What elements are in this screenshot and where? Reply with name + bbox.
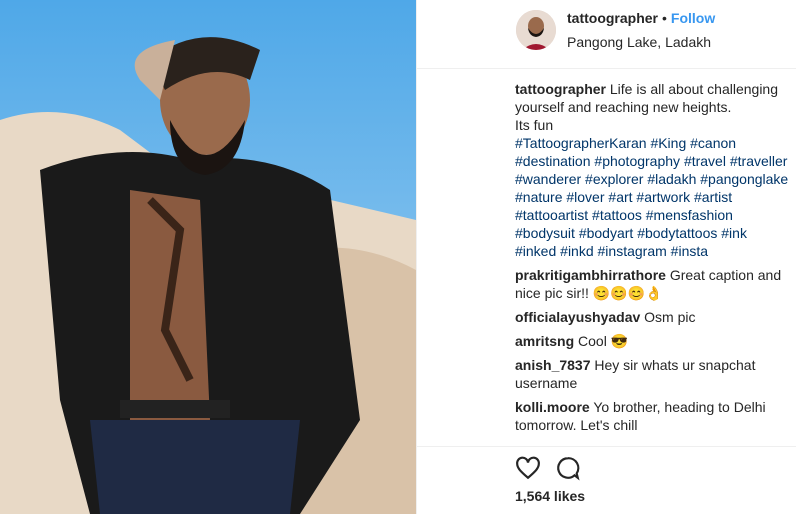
comment-username[interactable]: kolli.moore bbox=[515, 399, 590, 415]
comment-text: Osm pic bbox=[644, 309, 696, 325]
hashtag-link[interactable]: #traveller bbox=[730, 153, 788, 169]
avatar[interactable] bbox=[516, 10, 556, 50]
comment-username[interactable]: anish_7837 bbox=[515, 357, 591, 373]
likes-count[interactable]: 1,564 likes bbox=[515, 488, 585, 504]
comment-username[interactable]: officialayushyadav bbox=[515, 309, 640, 325]
hashtag-link[interactable]: #artist bbox=[694, 189, 732, 205]
hashtag-link[interactable]: #ink bbox=[721, 225, 747, 241]
hashtag-link[interactable]: #photography bbox=[594, 153, 680, 169]
hashtag-link[interactable]: #pangonglake bbox=[700, 171, 788, 187]
hashtag-link[interactable]: #artwork bbox=[636, 189, 690, 205]
hashtag-link[interactable]: #nature bbox=[515, 189, 562, 205]
header-username[interactable]: tattoographer bbox=[567, 10, 658, 26]
hashtag-link[interactable]: #mensfashion bbox=[646, 207, 733, 223]
caption-text-3: Its fun bbox=[515, 117, 554, 133]
hashtag-link[interactable]: #ladakh bbox=[647, 171, 696, 187]
comment-icon[interactable] bbox=[555, 455, 581, 486]
hashtag-link[interactable]: #lover bbox=[566, 189, 604, 205]
comment-item: amritsng Cool 😎 bbox=[515, 332, 790, 350]
hashtag-link[interactable]: #tattooartist bbox=[515, 207, 588, 223]
comment-item: officialayushyadav Osm pic bbox=[515, 308, 790, 326]
action-bar bbox=[515, 455, 581, 486]
avatar-image bbox=[516, 10, 556, 50]
header-text: tattoographer • Follow Pangong Lake, Ladak… bbox=[567, 10, 715, 50]
instagram-post: tattoographer • Follow Pangong Lake, Ladak… bbox=[0, 0, 796, 514]
hashtag-link[interactable]: #instagram bbox=[598, 243, 667, 259]
location-link[interactable]: Pangong Lake, Ladakh bbox=[567, 34, 715, 50]
caption: tattoographer Life is all about challeng… bbox=[515, 80, 790, 260]
hashtag-link[interactable]: #travel bbox=[684, 153, 726, 169]
caption-text-1: Life is all about challenging bbox=[609, 81, 779, 97]
hashtag-link[interactable]: #wanderer bbox=[515, 171, 581, 187]
hashtag-link[interactable]: #inked bbox=[515, 243, 556, 259]
follow-button[interactable]: Follow bbox=[671, 10, 715, 26]
comment-item: kolli.moore Yo brother, heading to Delhi… bbox=[515, 398, 790, 434]
comments-list[interactable]: tattoographer Life is all about challeng… bbox=[515, 80, 790, 444]
post-header: tattoographer • Follow Pangong Lake, Ladak… bbox=[417, 0, 796, 69]
header-separator: • bbox=[662, 10, 667, 26]
photo-image bbox=[0, 0, 416, 514]
hashtag-link[interactable]: #bodysuit bbox=[515, 225, 575, 241]
hashtag-link[interactable]: #art bbox=[608, 189, 632, 205]
hashtag-link[interactable]: #King bbox=[650, 135, 686, 151]
post-sidebar: tattoographer • Follow Pangong Lake, Ladak… bbox=[416, 0, 796, 514]
comment-text: Cool 😎 bbox=[578, 333, 629, 349]
hashtag-link[interactable]: #tattoos bbox=[592, 207, 642, 223]
caption-hashtags: #TattoographerKaran #King #canon #destin… bbox=[515, 135, 788, 259]
comment-username[interactable]: amritsng bbox=[515, 333, 574, 349]
hashtag-link[interactable]: #TattoographerKaran bbox=[515, 135, 647, 151]
post-photo[interactable] bbox=[0, 0, 416, 514]
comment-item: prakritigambhirrathore Great caption and… bbox=[515, 266, 790, 302]
hashtag-link[interactable]: #inkd bbox=[560, 243, 593, 259]
comment-item: anish_7837 Hey sir whats ur snapchat use… bbox=[515, 356, 790, 392]
hashtag-link[interactable]: #bodytattoos bbox=[637, 225, 717, 241]
hashtag-link[interactable]: #explorer bbox=[585, 171, 643, 187]
heart-icon[interactable] bbox=[515, 455, 541, 486]
hashtag-link[interactable]: #bodyart bbox=[579, 225, 633, 241]
hashtag-link[interactable]: #destination bbox=[515, 153, 591, 169]
divider bbox=[417, 446, 796, 447]
comment-username[interactable]: prakritigambhirrathore bbox=[515, 267, 666, 283]
caption-username[interactable]: tattoographer bbox=[515, 81, 606, 97]
caption-text-2: yourself and reaching new heights. bbox=[515, 99, 732, 115]
hashtag-link[interactable]: #canon bbox=[690, 135, 736, 151]
hashtag-link[interactable]: #insta bbox=[671, 243, 708, 259]
